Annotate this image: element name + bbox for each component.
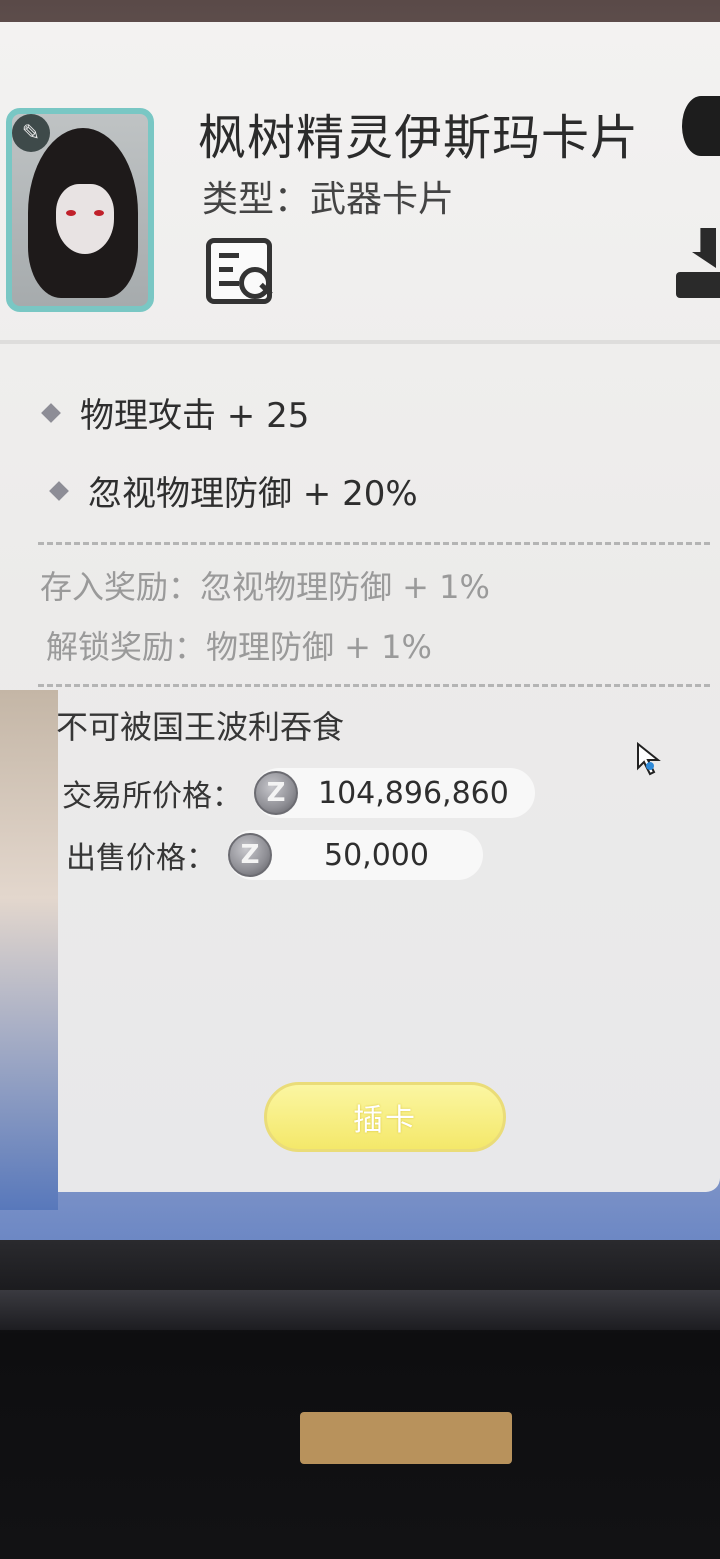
stat-label: 忽视物理防御 + 20% xyxy=(88,474,418,514)
card-portrait: ✎ xyxy=(6,108,154,312)
inspect-icon-line xyxy=(219,267,233,272)
stat-label: 物理攻击 + 25 xyxy=(80,396,310,436)
section-divider xyxy=(38,542,710,545)
background-scene-strip xyxy=(0,690,58,1210)
pin-icon[interactable] xyxy=(682,96,720,156)
exchange-price-row: 交易所价格： Z 104,896,860 xyxy=(62,768,535,818)
download-arrow xyxy=(692,228,716,268)
sell-price-label: 出售价格： xyxy=(66,841,216,876)
insert-card-button[interactable]: 插卡 xyxy=(264,1082,506,1152)
sell-price-row: 出售价格： Z 50,000 xyxy=(66,830,483,880)
diamond-bullet-icon xyxy=(49,480,69,501)
zeny-coin-icon: Z xyxy=(228,833,272,877)
exchange-price-label: 交易所价格： xyxy=(62,779,242,814)
inspect-icon[interactable] xyxy=(206,238,273,304)
sell-price-pill: Z 50,000 xyxy=(228,830,483,880)
download-tray xyxy=(676,272,720,298)
monitor-stand xyxy=(0,1290,720,1330)
inspect-icon-line xyxy=(219,253,239,258)
header-divider xyxy=(0,340,720,344)
section-divider xyxy=(38,684,710,687)
download-icon[interactable] xyxy=(676,228,720,300)
monitor-bezel xyxy=(0,1240,720,1559)
stat-row: 忽视物理防御 + 20% xyxy=(49,466,418,515)
card-title: 枫树精灵伊斯玛卡片 xyxy=(198,110,640,166)
exchange-price-pill: Z 104,896,860 xyxy=(254,768,535,818)
card-restriction-note: 不可被国王波利吞食 xyxy=(56,708,345,746)
portrait-eye xyxy=(94,210,104,216)
stat-row: 物理攻击 + 25 xyxy=(41,388,310,437)
weapon-card-badge-icon: ✎ xyxy=(12,114,50,152)
desk-object xyxy=(300,1412,512,1464)
inspect-icon-line xyxy=(219,281,239,286)
sell-price-value: 50,000 xyxy=(324,837,429,873)
unlock-reward: 解锁奖励：物理防御 + 1% xyxy=(46,628,432,666)
portrait-face xyxy=(56,184,114,254)
deposit-reward: 存入奖励：忽视物理防御 + 1% xyxy=(40,568,490,606)
diamond-bullet-icon xyxy=(41,402,61,423)
mouse-cursor-icon xyxy=(637,742,661,776)
card-type: 类型：武器卡片 xyxy=(202,179,455,220)
exchange-price-value: 104,896,860 xyxy=(318,775,509,811)
portrait-eye xyxy=(66,210,76,216)
zeny-coin-icon: Z xyxy=(254,771,298,815)
